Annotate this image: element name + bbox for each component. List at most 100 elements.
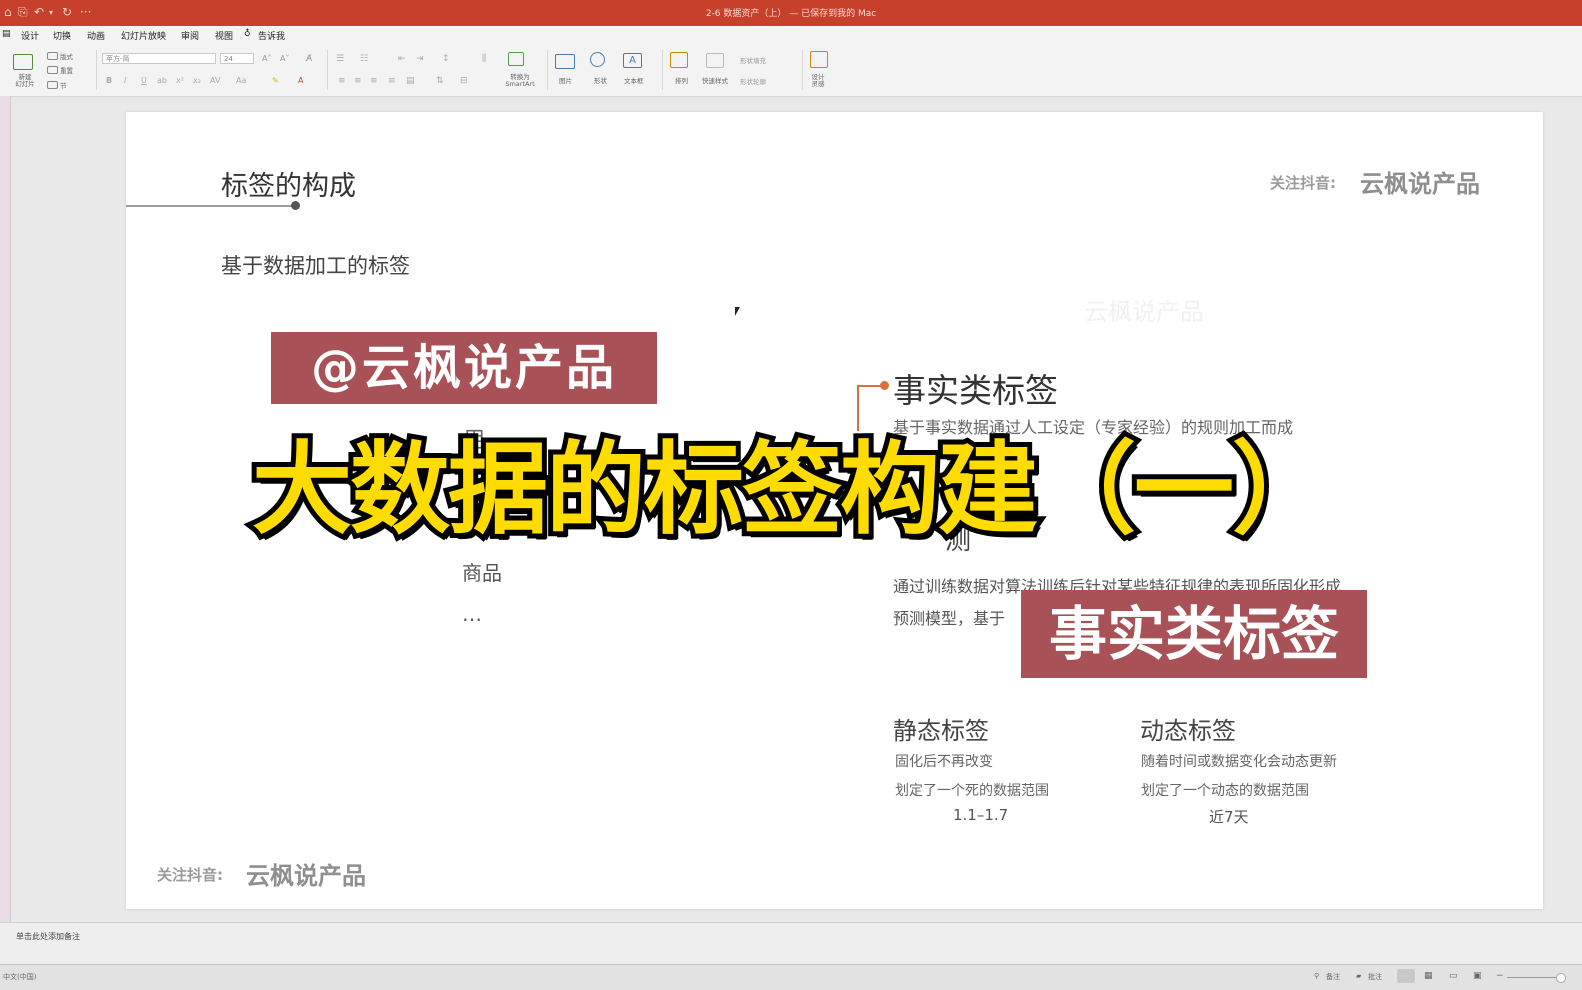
slideshow-view-icon[interactable]: ▣ (1473, 971, 1482, 981)
quick-styles-button[interactable]: 快速样式 (702, 75, 728, 85)
superscript-icon[interactable]: x² (176, 76, 184, 85)
design-ideas-button[interactable]: 设计 灵感 (806, 74, 830, 88)
line-spacing-icon[interactable]: ↕ (442, 54, 450, 64)
font-size-box[interactable]: 24 (220, 53, 254, 64)
normal-view-button[interactable] (1397, 969, 1415, 983)
fact-tag-title: 事实类标签 (893, 371, 1058, 410)
section-button[interactable]: 节 (60, 80, 67, 90)
slide-sorter-icon[interactable]: ▦ (1424, 971, 1433, 981)
font-color-icon[interactable]: A (298, 76, 303, 85)
underline-icon[interactable]: U (141, 76, 147, 85)
tab-design[interactable]: 设计 (21, 29, 39, 42)
layout-icon[interactable] (47, 52, 58, 60)
highlight-icon[interactable]: ✎ (272, 76, 279, 85)
notes-toggle[interactable]: 备注 (1326, 972, 1340, 982)
tab-review[interactable]: 审阅 (181, 29, 199, 42)
document-title: 2-6 数据资产（上） — 已保存到我的 Mac (705, 9, 877, 19)
brand-bottom-name: 云枫说产品 (246, 862, 366, 890)
tab-transitions[interactable]: 切换 (53, 29, 71, 42)
justify-icon[interactable]: ≡ (388, 76, 396, 86)
bullets-icon[interactable]: ☰ (336, 54, 344, 64)
dynamic-tag-title: 动态标签 (1140, 717, 1236, 745)
quick-styles-icon[interactable] (706, 53, 724, 68)
brand-bottom-prefix: 关注抖音: (157, 866, 223, 884)
reading-view-icon[interactable]: ▭ (1449, 971, 1458, 981)
thumbnail-pane-edge[interactable] (0, 96, 11, 942)
zoom-out-icon[interactable]: − (1496, 971, 1504, 981)
shape-icon[interactable] (590, 52, 605, 67)
topic-banner: 事实类标签 (1021, 590, 1367, 678)
align-center-icon[interactable]: ≡ (354, 76, 362, 86)
brand-top-prefix: 关注抖音: (1270, 174, 1336, 192)
textbox-icon[interactable]: A (623, 53, 642, 68)
shape-button[interactable]: 形状 (594, 75, 607, 85)
align-text-icon[interactable]: ⊟ (460, 76, 468, 86)
notes-placeholder[interactable]: 单击此处添加备注 (16, 931, 80, 942)
picture-button[interactable]: 图片 (559, 75, 572, 85)
new-slide-icon[interactable] (13, 54, 33, 70)
comments-toggle[interactable]: 批注 (1368, 972, 1382, 982)
section-icon[interactable] (47, 81, 58, 89)
italic-icon[interactable]: I (124, 76, 126, 85)
tab-animations[interactable]: 动画 (87, 29, 105, 42)
dynamic-tag-line2: 划定了一个动态的数据范围 (1141, 783, 1309, 799)
decrease-indent-icon[interactable]: ⇤ (398, 54, 406, 64)
char-spacing-icon[interactable]: AV (210, 76, 220, 85)
design-ideas-icon[interactable] (810, 51, 828, 68)
cursor-icon (735, 307, 740, 316)
shape-outline-button[interactable]: 形状轮廓 (740, 76, 766, 86)
align-left-icon[interactable]: ≡ (338, 76, 346, 86)
strikethrough-icon[interactable]: ab (157, 76, 167, 85)
brand-top-name: 云枫说产品 (1360, 170, 1480, 198)
zoom-slider-thumb[interactable] (1556, 973, 1566, 983)
language-indicator[interactable]: 中文(中国) (3, 972, 36, 982)
comments-icon[interactable]: ▰ (1356, 972, 1361, 980)
left-item-ellipsis: … (462, 602, 482, 626)
shape-fill-button[interactable]: 形状填充 (740, 55, 766, 65)
tab-file-edge[interactable]: ▤ (2, 29, 11, 39)
lightbulb-icon: ♁ (244, 29, 251, 39)
text-direction-icon[interactable]: ⇅ (436, 76, 444, 86)
title-bar: ⌂ ⎘ ↶ ▾ ↻ ··· 2-6 数据资产（上） — 已保存到我的 Mac (0, 0, 1582, 26)
reset-icon[interactable] (47, 66, 58, 74)
tab-view[interactable]: 视图 (215, 29, 233, 42)
bold-icon[interactable]: B (106, 76, 112, 85)
font-name-box[interactable]: 苹方-简 (102, 53, 216, 64)
convert-smartart-button[interactable]: 转换为 SmartArt (500, 74, 540, 88)
reset-button[interactable]: 重置 (60, 65, 73, 75)
grow-font-icon[interactable]: A˄ (262, 54, 271, 63)
tell-me-search[interactable]: 告诉我 (258, 29, 285, 42)
distributed-icon[interactable]: ▤ (406, 76, 415, 86)
left-item-goods: 商品 (462, 561, 502, 585)
align-right-icon[interactable]: ≡ (370, 76, 378, 86)
notes-pane[interactable]: 单击此处添加备注 (0, 922, 1582, 965)
arrange-button[interactable]: 排列 (675, 75, 688, 85)
tab-slideshow[interactable]: 幻灯片放映 (121, 29, 166, 42)
new-slide-label[interactable]: 新建 幻灯片 (8, 74, 42, 88)
dynamic-tag-line1: 随着时间或数据变化会动态更新 (1141, 754, 1337, 770)
static-tag-title: 静态标签 (893, 717, 989, 745)
change-case-icon[interactable]: Aa (236, 76, 246, 85)
layout-button[interactable]: 版式 (60, 51, 73, 61)
slide-heading: 标签的构成 (221, 171, 356, 202)
picture-icon[interactable] (555, 54, 575, 69)
columns-icon[interactable]: ⫼ (482, 54, 486, 64)
connector-dot (880, 381, 889, 390)
smartart-icon[interactable] (508, 52, 524, 66)
dynamic-tag-example: 近7天 (1209, 808, 1249, 826)
handle-banner: @云枫说产品 (271, 332, 657, 404)
heading-underline (126, 205, 296, 207)
zoom-slider[interactable] (1507, 977, 1559, 978)
numbering-icon[interactable]: ☷ (360, 54, 368, 64)
notes-toggle-icon[interactable]: ⚲ (1314, 972, 1319, 980)
subscript-icon[interactable]: x₂ (193, 76, 201, 85)
textbox-button[interactable]: 文本框 (624, 75, 644, 85)
arrange-icon[interactable] (670, 52, 688, 68)
ribbon-tabs: ▤ 设计 切换 动画 幻灯片放映 审阅 视图 ♁ 告诉我 (0, 26, 1582, 44)
static-tag-example: 1.1–1.7 (953, 806, 1009, 824)
shrink-font-icon[interactable]: A˅ (280, 54, 289, 63)
increase-indent-icon[interactable]: ⇥ (416, 54, 424, 64)
slide-subtitle: 基于数据加工的标签 (221, 254, 410, 278)
static-tag-line2: 划定了一个死的数据范围 (895, 783, 1049, 799)
clear-format-icon[interactable]: A̸ (306, 54, 312, 64)
